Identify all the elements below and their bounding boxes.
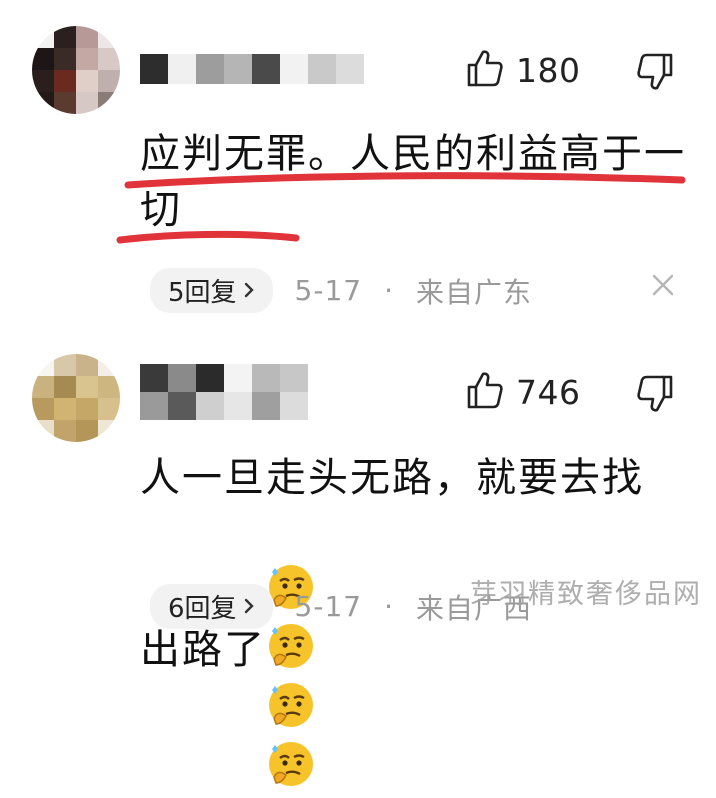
thinking-face-emoji xyxy=(269,742,313,786)
thumbs-down-icon[interactable] xyxy=(636,374,674,418)
reply-label: 5回复 xyxy=(168,278,237,308)
close-icon[interactable] xyxy=(650,272,676,302)
like-count: 746 xyxy=(516,372,581,412)
comment-date: 5-17 xyxy=(294,274,363,307)
thumbs-up-icon xyxy=(466,370,504,414)
comment-text-body: 人一旦走头无路，就要去找出路了 xyxy=(140,455,644,673)
comment-item: 180 应判无罪。人民的利益高于一切 5回复 5-17 · 来自广东 xyxy=(0,0,716,330)
like-button[interactable]: 746 xyxy=(466,370,581,414)
reply-label: 6回复 xyxy=(168,594,237,624)
emoji-row xyxy=(266,506,324,798)
comment-footer: 5回复 5-17 · 来自广东 xyxy=(150,268,532,313)
chevron-right-icon xyxy=(243,592,255,622)
meta-separator: · xyxy=(384,274,394,307)
reply-button[interactable]: 6回复 xyxy=(150,584,273,629)
avatar[interactable] xyxy=(32,354,120,442)
comment-location: 来自广东 xyxy=(416,275,533,309)
watermark: 芽羽精致奢侈品网 xyxy=(470,579,702,610)
meta-separator: · xyxy=(384,590,394,623)
username-redacted xyxy=(140,364,310,420)
thinking-face-emoji xyxy=(269,683,313,727)
comment-date: 5-17 xyxy=(294,590,363,623)
chevron-right-icon xyxy=(243,276,255,306)
reply-button[interactable]: 5回复 xyxy=(150,268,273,313)
